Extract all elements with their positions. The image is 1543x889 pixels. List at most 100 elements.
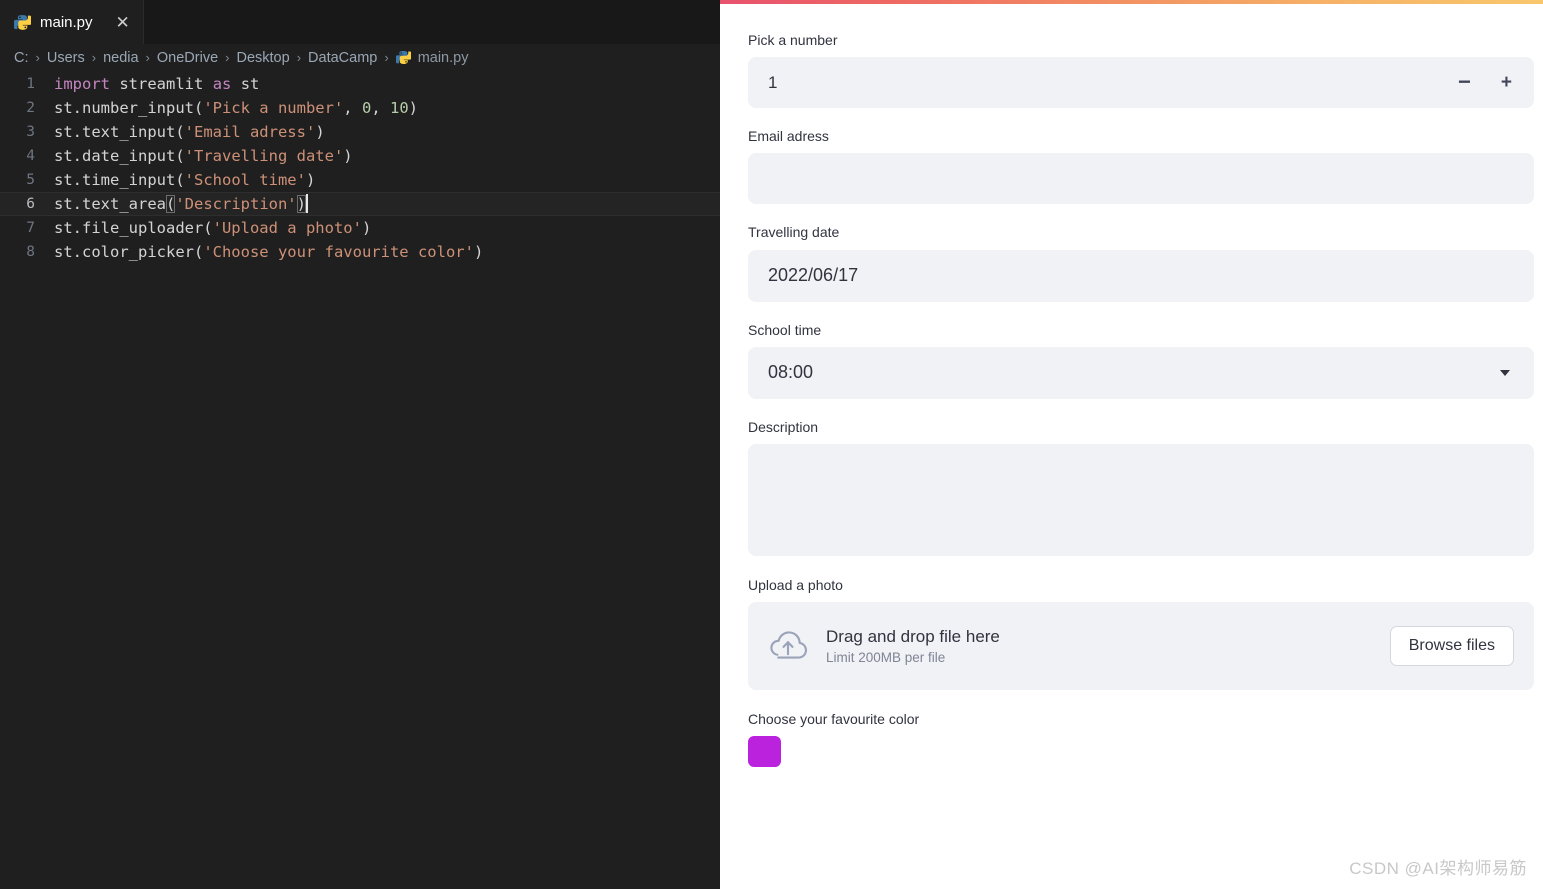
code-line-text: import streamlit as st <box>54 72 259 96</box>
line-number: 2 <box>26 100 35 116</box>
cloud-upload-icon <box>768 631 808 662</box>
breadcrumb-item-nedia[interactable]: nedia <box>103 50 138 66</box>
code-token: 'Travelling date' <box>184 147 344 165</box>
breadcrumb-item-desktop[interactable]: Desktop <box>236 50 289 66</box>
description-textarea[interactable] <box>748 443 1534 556</box>
code-token: st.time_input( <box>54 171 185 189</box>
code-line-text: st.file_uploader('Upload a photo') <box>54 216 371 240</box>
code-token: , <box>371 99 390 117</box>
code-token: st.number_input( <box>54 99 204 117</box>
code-token: 'School time' <box>184 171 306 189</box>
browse-files-button[interactable]: Browse files <box>1389 626 1514 667</box>
code-token: 'Choose your favourite color' <box>203 243 474 261</box>
email-input[interactable] <box>748 153 1534 205</box>
code-token: 0 <box>361 99 372 117</box>
line-number: 4 <box>26 148 35 164</box>
code-line[interactable]: 4 st.date_input('Travelling date') <box>0 144 720 168</box>
dropzone-limit-text: Limit 200MB per file <box>826 650 946 666</box>
code-line-text: st.number_input('Pick a number', 0, 10) <box>54 96 418 120</box>
code-token: ) <box>473 243 484 261</box>
code-token: ) <box>305 171 316 189</box>
time-input-value: 08:00 <box>768 362 814 383</box>
code-token: st.text_input( <box>54 123 185 141</box>
line-number: 7 <box>26 220 35 236</box>
code-token: ) <box>315 123 325 141</box>
number-input[interactable]: 1 − + <box>748 57 1534 109</box>
breadcrumb-item-users[interactable]: Users <box>47 50 85 66</box>
code-line[interactable]: 2 st.number_input('Pick a number', 0, 10) <box>0 96 720 120</box>
code-line[interactable]: 7 st.file_uploader('Upload a photo') <box>0 216 720 240</box>
code-token: , <box>343 99 362 117</box>
line-number: 5 <box>26 172 35 188</box>
breadcrumb-separator: › <box>384 50 389 65</box>
line-number: 3 <box>26 124 35 140</box>
number-input-value: 1 <box>768 72 778 92</box>
line-number: 1 <box>26 76 35 92</box>
code-token: 'Pick a number' <box>203 99 344 117</box>
code-editor-panel: main.py ✕ C: › Users › nedia › OneDrive › Deskto… <box>0 0 720 889</box>
breadcrumb-item-mainpy[interactable]: main.py <box>418 50 469 66</box>
code-line-text: st.time_input('School time') <box>54 168 315 192</box>
code-line[interactable]: 5 st.time_input('School time') <box>0 168 720 192</box>
number-increment-button[interactable]: + <box>1501 73 1512 92</box>
bracket-match: ( <box>165 195 176 213</box>
code-line[interactable]: 1 import streamlit as st <box>0 72 720 96</box>
dropzone-main-text: Drag and drop file here <box>826 627 1000 647</box>
travelling-date-field: Travelling date 2022/06/17 <box>748 223 1534 302</box>
breadcrumb-separator: › <box>91 50 97 65</box>
chevron-down-icon[interactable] <box>1500 369 1510 376</box>
code-token: 'Upload a photo' <box>212 219 362 237</box>
travelling-date-label: Travelling date <box>748 224 840 241</box>
school-time-field: School time 08:00 <box>748 321 1534 399</box>
breadcrumb-separator: › <box>296 50 302 65</box>
breadcrumb-item-onedrive[interactable]: OneDrive <box>157 50 218 66</box>
code-token: ) <box>408 99 418 117</box>
code-line-text: st.date_input('Travelling date') <box>54 144 353 168</box>
color-picker-swatch[interactable] <box>748 736 781 768</box>
line-number: 8 <box>26 244 35 260</box>
number-input-field: Pick a number 1 − + <box>748 31 1534 109</box>
breadcrumb-separator: › <box>145 50 150 65</box>
breadcrumb-separator: › <box>225 50 230 65</box>
streamlit-app-panel: Pick a number 1 − + Email adress Travell… <box>720 0 1543 889</box>
favourite-color-field: Choose your favourite color <box>748 710 1533 768</box>
upload-photo-label: Upload a photo <box>748 576 843 593</box>
number-decrement-button[interactable]: − <box>1458 70 1471 93</box>
code-token: 'Email adress' <box>184 123 316 141</box>
line-number: 6 <box>26 196 35 212</box>
code-token: as <box>212 75 232 93</box>
code-token: st.file_uploader( <box>54 219 213 237</box>
code-line[interactable]: 3 st.text_input('Email adress') <box>0 120 720 144</box>
python-icon <box>14 14 31 31</box>
time-input[interactable]: 08:00 <box>748 346 1534 399</box>
favourite-color-label: Choose your favourite color <box>748 711 920 728</box>
breadcrumb-item-c[interactable]: C: <box>14 50 29 66</box>
code-area[interactable]: 1 import streamlit as st 2 st.number_input(… <box>0 71 720 264</box>
python-icon <box>395 50 418 65</box>
editor-tab-bar: main.py ✕ <box>0 0 720 44</box>
code-token: 10 <box>389 99 409 117</box>
breadcrumb-separator: › <box>35 50 40 65</box>
code-token: st.color_picker( <box>54 243 204 261</box>
number-input-label: Pick a number <box>748 32 838 48</box>
date-input[interactable]: 2022/06/17 <box>748 249 1534 302</box>
close-icon[interactable]: ✕ <box>116 14 130 31</box>
code-token: st.text_area <box>54 195 166 213</box>
description-field: Description <box>748 418 1534 556</box>
email-label: Email adress <box>748 128 829 145</box>
code-line-text: st.text_input('Email adress') <box>54 120 325 144</box>
code-line-text: st.text_area('Description') <box>54 192 308 216</box>
editor-tab-main-py[interactable]: main.py ✕ <box>0 0 144 44</box>
code-line-text: st.color_picker('Choose your favourite c… <box>54 240 483 264</box>
text-cursor <box>306 194 308 213</box>
file-dropzone[interactable]: Drag and drop file here Limit 200MB per … <box>748 602 1534 691</box>
code-token: import <box>54 75 110 93</box>
breadcrumb-item-datacamp[interactable]: DataCamp <box>308 50 377 66</box>
email-field: Email adress <box>748 127 1534 205</box>
bracket-match: ) <box>296 195 306 213</box>
code-line[interactable]: 8 st.color_picker('Choose your favourite … <box>0 240 720 264</box>
code-line[interactable]: 6 st.text_area('Description') <box>0 192 720 216</box>
